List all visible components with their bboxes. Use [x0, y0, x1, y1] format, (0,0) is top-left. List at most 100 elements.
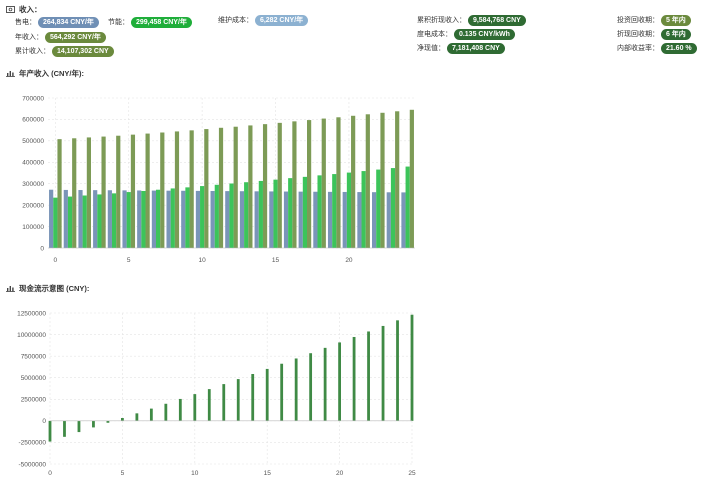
npv-value-badge: 7,181,408 CNY [446, 43, 505, 54]
bar [225, 191, 230, 248]
bar [151, 190, 156, 248]
bar [367, 331, 370, 421]
bar [342, 191, 347, 248]
y-tick-label: 0 [42, 418, 46, 425]
y-tick-label: 7500000 [21, 353, 47, 360]
bar [86, 137, 91, 248]
cashflow-chart-title: 现金流示意图 (CNY): [19, 284, 90, 293]
bar [277, 122, 282, 248]
bar [97, 194, 102, 248]
y-tick-label: 500000 [22, 138, 44, 145]
bar [321, 118, 326, 248]
bar [200, 186, 205, 248]
y-tick-label: 2500000 [21, 397, 47, 404]
bar [351, 115, 356, 249]
cashflow-chart-header: 现金流示意图 (CNY): [6, 283, 89, 294]
cumulative-income-row: 累计收入： 14,107,302 CNY [15, 46, 114, 57]
bar [141, 191, 146, 248]
cashflow-chart: -5000000 -2500000 0 2500000 5000000 7500000 10… [17, 310, 416, 477]
bar [164, 403, 168, 421]
bar [107, 190, 112, 248]
y-tick-label: 600000 [22, 117, 44, 124]
bar [239, 191, 245, 248]
bar [396, 320, 399, 421]
bar [185, 187, 190, 248]
bar [254, 191, 259, 248]
bar [376, 169, 381, 248]
bar [67, 196, 73, 248]
bar [381, 325, 385, 421]
x-tick-label: 5 [121, 470, 125, 477]
bar [49, 189, 54, 248]
y-tick-label: 300000 [22, 181, 44, 188]
bar [258, 180, 263, 248]
npv-label: 净现值： [417, 45, 445, 52]
discounted-payback-label: 折现回收期： [617, 31, 659, 38]
bar [380, 112, 385, 249]
bar [410, 314, 414, 421]
lcoe-row: 度电成本： 0.135 CNY/kWh [417, 29, 515, 40]
income-header: 收入： [6, 4, 42, 15]
bar [77, 420, 81, 433]
bar [195, 190, 201, 248]
cumulative-income-label: 累计收入： [15, 48, 50, 55]
y-tick-label: 5000000 [21, 375, 47, 382]
bar [116, 135, 121, 248]
lcoe-value-badge: 0.135 CNY/kWh [453, 29, 515, 40]
annual-chart-header: 年产收入 (CNY/年): [6, 68, 84, 79]
bar [93, 190, 98, 248]
bar [63, 189, 68, 248]
bar [160, 132, 165, 248]
saving-value-badge: 299,458 CNY/年 [130, 17, 192, 28]
y-tick-label: 700000 [22, 95, 44, 102]
bar [63, 420, 66, 437]
bar [365, 114, 370, 249]
bar [372, 192, 377, 248]
bar [244, 182, 249, 248]
saving-row: 节能： 299,458 CNY/年 [108, 17, 192, 28]
bar [82, 195, 87, 248]
discounted-income-row: 累积折现收入： 9,584,768 CNY [417, 15, 526, 26]
irr-value-badge: 21.60 % [660, 43, 697, 54]
bar [409, 109, 414, 249]
x-tick-label: 15 [264, 470, 272, 477]
y-tick-label: 12500000 [17, 310, 46, 317]
bar [149, 408, 153, 421]
annual-income-value-badge: 564,292 CNY/年 [44, 32, 106, 43]
discounted-income-value-badge: 9,584,768 CNY [467, 15, 526, 26]
sales-value-badge: 264,834 CNY/年 [37, 17, 99, 28]
y-tick-label: -2500000 [19, 440, 47, 447]
bar [401, 192, 406, 248]
money-icon [6, 6, 15, 13]
bar [386, 192, 391, 248]
annual-income-chart: 0 100000 200000 300000 400000 500000 600000 700… [22, 95, 415, 264]
bar [156, 189, 161, 248]
bar-chart-icon [6, 71, 15, 77]
bar [126, 192, 131, 248]
bar [361, 171, 366, 248]
bar [229, 183, 234, 248]
bar [174, 131, 180, 248]
bar [78, 190, 83, 248]
bar [207, 389, 211, 421]
bar [309, 353, 313, 421]
bar [181, 190, 186, 248]
bar [390, 168, 396, 248]
bar [336, 117, 341, 249]
bar [204, 129, 209, 248]
y-tick-label: 200000 [22, 202, 44, 209]
bar [327, 191, 333, 248]
bar [218, 127, 224, 248]
bar [323, 347, 327, 421]
bar [193, 394, 197, 421]
y-tick-label: 400000 [22, 160, 44, 167]
bar [236, 379, 240, 421]
bar [130, 134, 136, 248]
bar [317, 175, 322, 248]
lcoe-label: 度电成本： [417, 31, 452, 38]
discounted-payback-value-badge: 6 年内 [660, 29, 691, 40]
x-tick-label: 20 [336, 470, 344, 477]
cumulative-income-value-badge: 14,107,302 CNY [51, 46, 114, 57]
maintenance-row: 维护成本： 6,282 CNY/年 [218, 15, 309, 26]
bar [137, 190, 142, 248]
